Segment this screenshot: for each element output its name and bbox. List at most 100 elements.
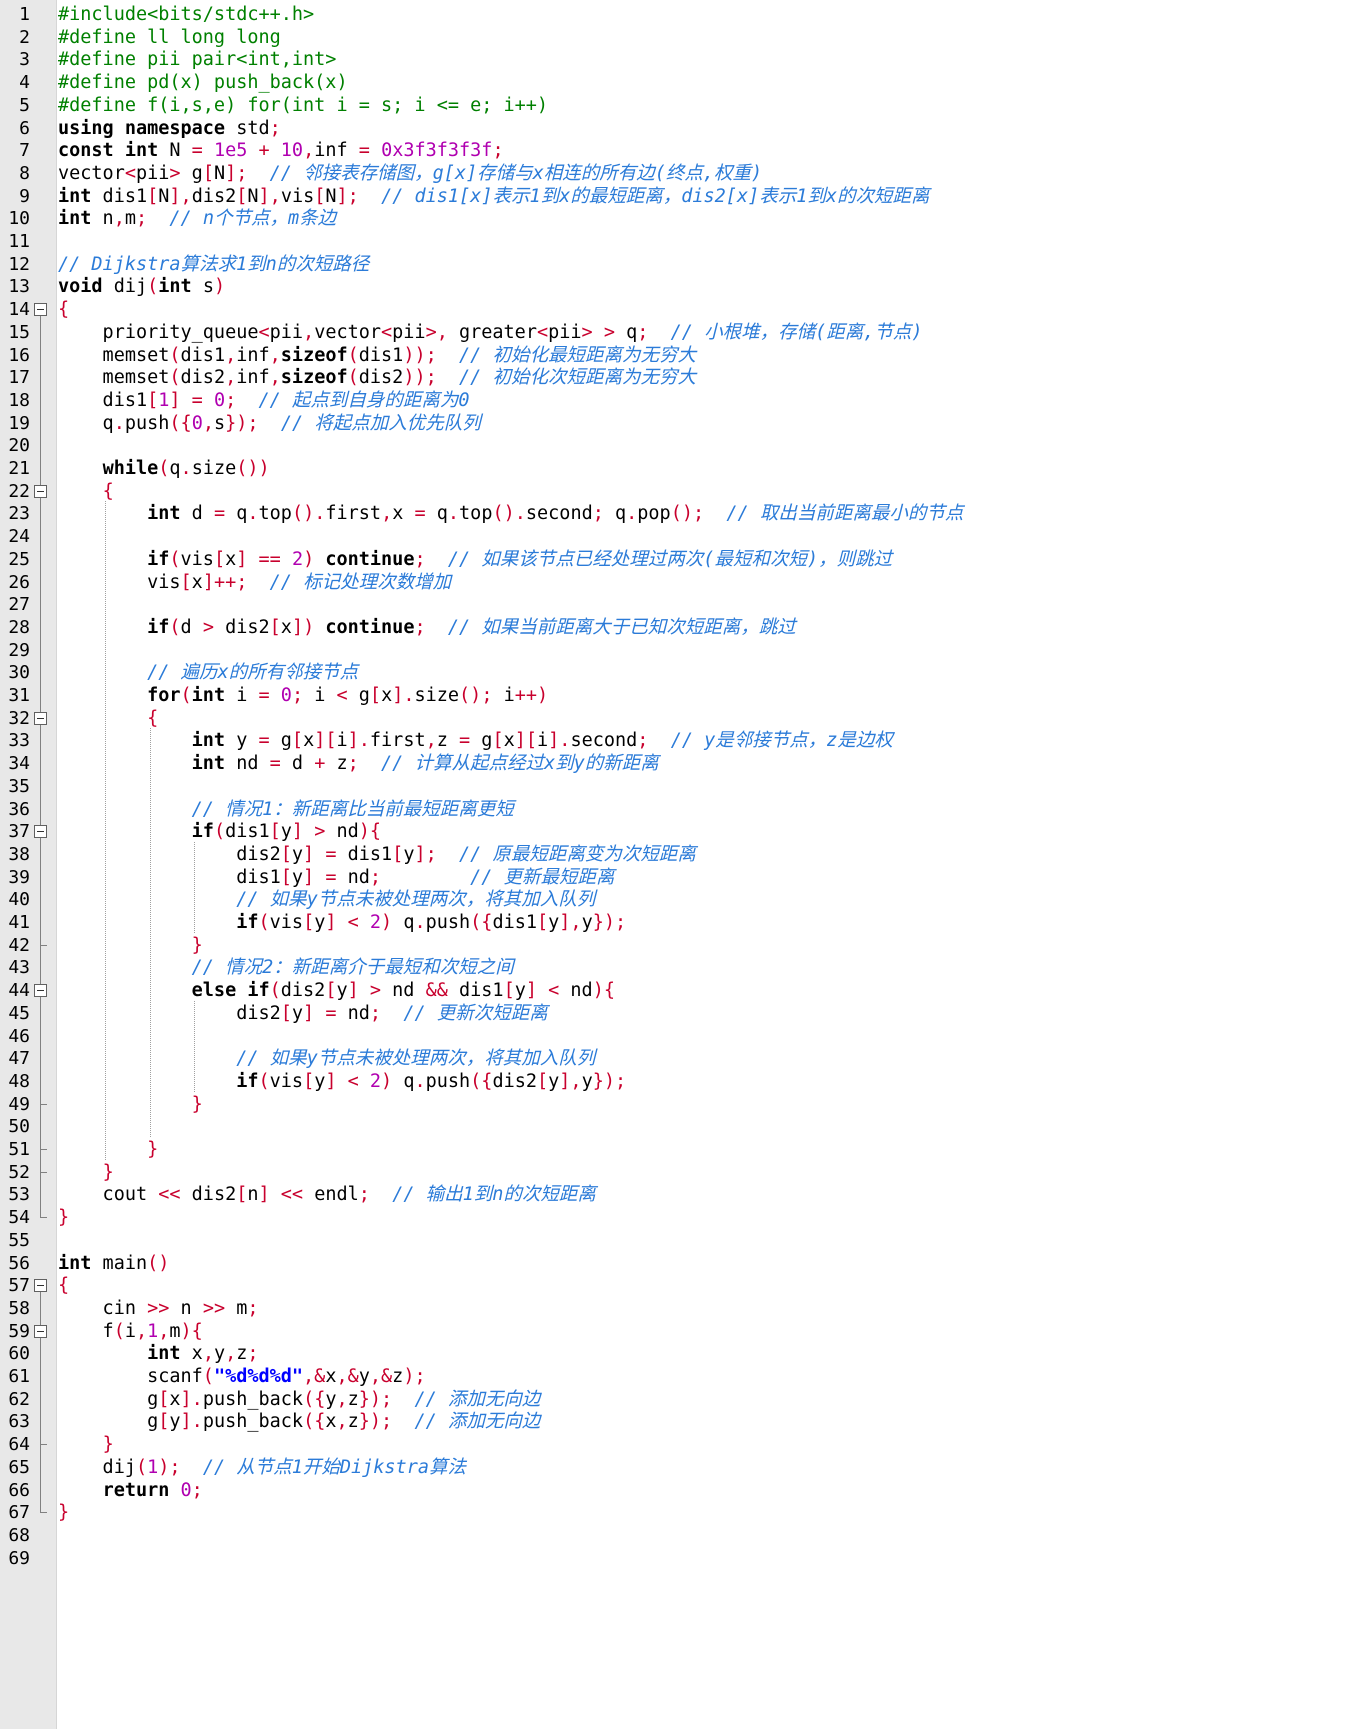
code-line[interactable]: 42 } (0, 933, 1354, 958)
code-token: ) (381, 1070, 393, 1092)
code-line[interactable]: 9 int dis1[N],dis2[N],vis[N]; // dis1[x]表… (0, 184, 1354, 209)
code-line[interactable]: 63 g[y].push_back({x,z}); // 添加无向边 (0, 1409, 1354, 1434)
code-line[interactable]: 49 } (0, 1092, 1354, 1117)
code-line[interactable]: 58 cin >> n >> m; (0, 1296, 1354, 1321)
line-number: 67 (8, 1502, 30, 1524)
code-line[interactable]: 12 // Dijkstra算法求1到n的次短路径 (0, 252, 1354, 277)
code-line[interactable]: 22 { (0, 479, 1354, 504)
code-line[interactable]: 25 if(vis[x] == 2) continue; // 如果该节点已经处… (0, 547, 1354, 572)
code-line[interactable]: 65 dij(1); // 从节点1开始Dijkstra算法 (0, 1455, 1354, 1480)
code-line[interactable]: 69 (0, 1546, 1354, 1571)
code-token: ( (169, 616, 181, 638)
code-line[interactable]: 40 // 如果y节点未被处理两次，将其加入队列 (0, 887, 1354, 912)
line-number: 48 (8, 1070, 30, 1092)
code-line[interactable]: 1 #include<bits/stdc++.h> (0, 2, 1354, 27)
code-token: dis2 (180, 367, 226, 389)
code-token: ]; (336, 185, 359, 207)
code-line[interactable]: 51 } (0, 1137, 1354, 1162)
code-line[interactable]: 31 for(int i = 0; i < g[x].size(); i++) (0, 683, 1354, 708)
code-line[interactable]: 30 // 遍历x的所有邻接节点 (0, 660, 1354, 685)
code-line[interactable]: 15 priority_queue<pii,vector<pii>, great… (0, 320, 1354, 345)
line-number: 51 (8, 1139, 30, 1160)
code-line[interactable]: 67} (0, 1500, 1354, 1525)
code-line[interactable]: 21 while(q.size()) (0, 456, 1354, 481)
code-token: ){ (358, 821, 382, 843)
code-line[interactable]: 24 (0, 524, 1354, 549)
code-line[interactable]: 34 int nd = d + z; // 计算从起点经过x到y的新距离 (0, 751, 1354, 776)
code-token: 0x3f3f3f3f (381, 140, 493, 162)
code-line[interactable]: 46 (0, 1024, 1354, 1049)
code-line[interactable]: 26 vis[x]++; // 标记处理次数增加 (0, 570, 1354, 595)
code-line[interactable]: 11 (0, 229, 1354, 254)
code-line[interactable]: 32 { (0, 706, 1354, 731)
code-line[interactable]: 66 return 0; (0, 1478, 1354, 1503)
code-line[interactable]: 62 g[x].push_back({y,z}); // 添加无向边 (0, 1387, 1354, 1412)
code-line[interactable]: 36 // 情况1：新距离比当前最短距离更短 (0, 797, 1354, 822)
code-token: dis1 (58, 866, 281, 888)
code-line[interactable]: 4 #define pd(x) push_back(x) (0, 70, 1354, 95)
code-line[interactable]: 50 (0, 1114, 1354, 1139)
code-line[interactable]: 61 scanf("%d%d%d",&x,&y,&z); (0, 1364, 1354, 1389)
line-number: 53 (8, 1184, 30, 1206)
code-line[interactable]: 29 (0, 638, 1354, 663)
code-line[interactable]: 18 dis1[1] = 0; // 起点到自身的距离为0 (0, 388, 1354, 413)
line-number: 32 (8, 707, 30, 729)
code-line[interactable]: 35 (0, 774, 1354, 799)
code-line[interactable]: 48 if(vis[y] < 2) q.push({dis2[y],y}); (0, 1069, 1354, 1094)
code-line[interactable]: 16 memset(dis1,inf,sizeof(dis1)); // 初始化… (0, 343, 1354, 368)
code-line[interactable]: 55 (0, 1228, 1354, 1253)
code-line[interactable]: 14 { (0, 297, 1354, 322)
code-line[interactable]: 17 memset(dis2,inf,sizeof(dis2)); // 初始化… (0, 365, 1354, 390)
line-number: 5 (19, 94, 30, 116)
code-line[interactable]: 44 else if(dis2[y] > nd && dis1[y] < nd)… (0, 978, 1354, 1003)
code-token: y (403, 843, 415, 865)
code-line[interactable]: 45 dis2[y] = nd; // 更新次短距离 (0, 1001, 1354, 1026)
code-line[interactable]: 38 dis2[y] = dis1[y]; // 原最短距离变为次短距离 (0, 842, 1354, 867)
code-line[interactable]: 56 int main() (0, 1251, 1354, 1276)
code-token: i (225, 685, 259, 706)
line-number: 13 (8, 276, 30, 298)
code-line[interactable]: 52 } (0, 1160, 1354, 1185)
code-token: y (225, 730, 259, 752)
code-token: y (514, 980, 526, 1002)
code-text: } (58, 1432, 114, 1457)
code-line[interactable]: 28 if(d > dis2[x]) continue; // 如果当前距离大于… (0, 615, 1354, 640)
code-line[interactable]: 57 { (0, 1273, 1354, 1298)
code-line[interactable]: 23 int d = q.top().first,x = q.top().sec… (0, 501, 1354, 526)
code-line[interactable]: 37 if(dis1[y] > nd){ (0, 819, 1354, 844)
line-number: 21 (8, 458, 30, 479)
line-number: 50 (8, 1116, 30, 1138)
code-editor[interactable]: 1 #include<bits/stdc++.h> 2 #define ll long… (0, 0, 1354, 1729)
code-area[interactable]: 1 #include<bits/stdc++.h> 2 #define ll long… (0, 0, 1354, 1729)
code-line[interactable]: 27 (0, 592, 1354, 617)
code-line[interactable]: 6 using namespace std; (0, 116, 1354, 141)
code-line[interactable]: 41 if(vis[y] < 2) q.push({dis1[y],y}); (0, 910, 1354, 935)
line-number: 49 (8, 1093, 30, 1115)
code-line[interactable]: 19 q.push({0,s}); // 将起点加入优先队列 (0, 411, 1354, 436)
code-line[interactable]: 3 #define pii pair<int,int> (0, 47, 1354, 72)
code-line[interactable]: 60 int x,y,z; (0, 1341, 1354, 1366)
code-line[interactable]: 54} (0, 1205, 1354, 1230)
code-line[interactable]: 20 (0, 433, 1354, 458)
code-text: } (58, 1500, 69, 1525)
code-line[interactable]: 59 f(i,1,m){ (0, 1319, 1354, 1344)
code-token: }); (592, 912, 627, 933)
code-line[interactable]: 39 dis1[y] = nd; // 更新最短距离 (0, 865, 1354, 890)
code-line[interactable]: 43 // 情况2：新距离介于最短和次短之间 (0, 955, 1354, 980)
code-token: top (258, 503, 292, 525)
line-number: 44 (8, 980, 30, 1002)
code-line[interactable]: 7 const int N = 1e5 + 10,inf = 0x3f3f3f3f… (0, 138, 1354, 163)
code-line[interactable]: 10 int n,m; // n个节点，m条边 (0, 206, 1354, 231)
code-line[interactable]: 53 cout << dis2[n] << endl; // 输出1到n的次短距… (0, 1182, 1354, 1207)
code-token: ; (135, 208, 148, 230)
code-line[interactable]: 64 } (0, 1432, 1354, 1457)
code-line[interactable]: 2 #define ll long long (0, 25, 1354, 50)
code-line[interactable]: 47 // 如果y节点未被处理两次，将其加入队列 (0, 1046, 1354, 1071)
code-line[interactable]: 68 (0, 1523, 1354, 1548)
code-line[interactable]: 5 #define f(i,s,e) for(int i = s; i <= e;… (0, 93, 1354, 118)
code-line[interactable]: 33 int y = g[x][i].first,z = g[x][i].sec… (0, 728, 1354, 753)
code-line[interactable]: 8 vector<pii> g[N]; // 邻接表存储图，g[x]存储与x相连的… (0, 161, 1354, 186)
code-line[interactable]: 13 void dij(int s) (0, 274, 1354, 299)
